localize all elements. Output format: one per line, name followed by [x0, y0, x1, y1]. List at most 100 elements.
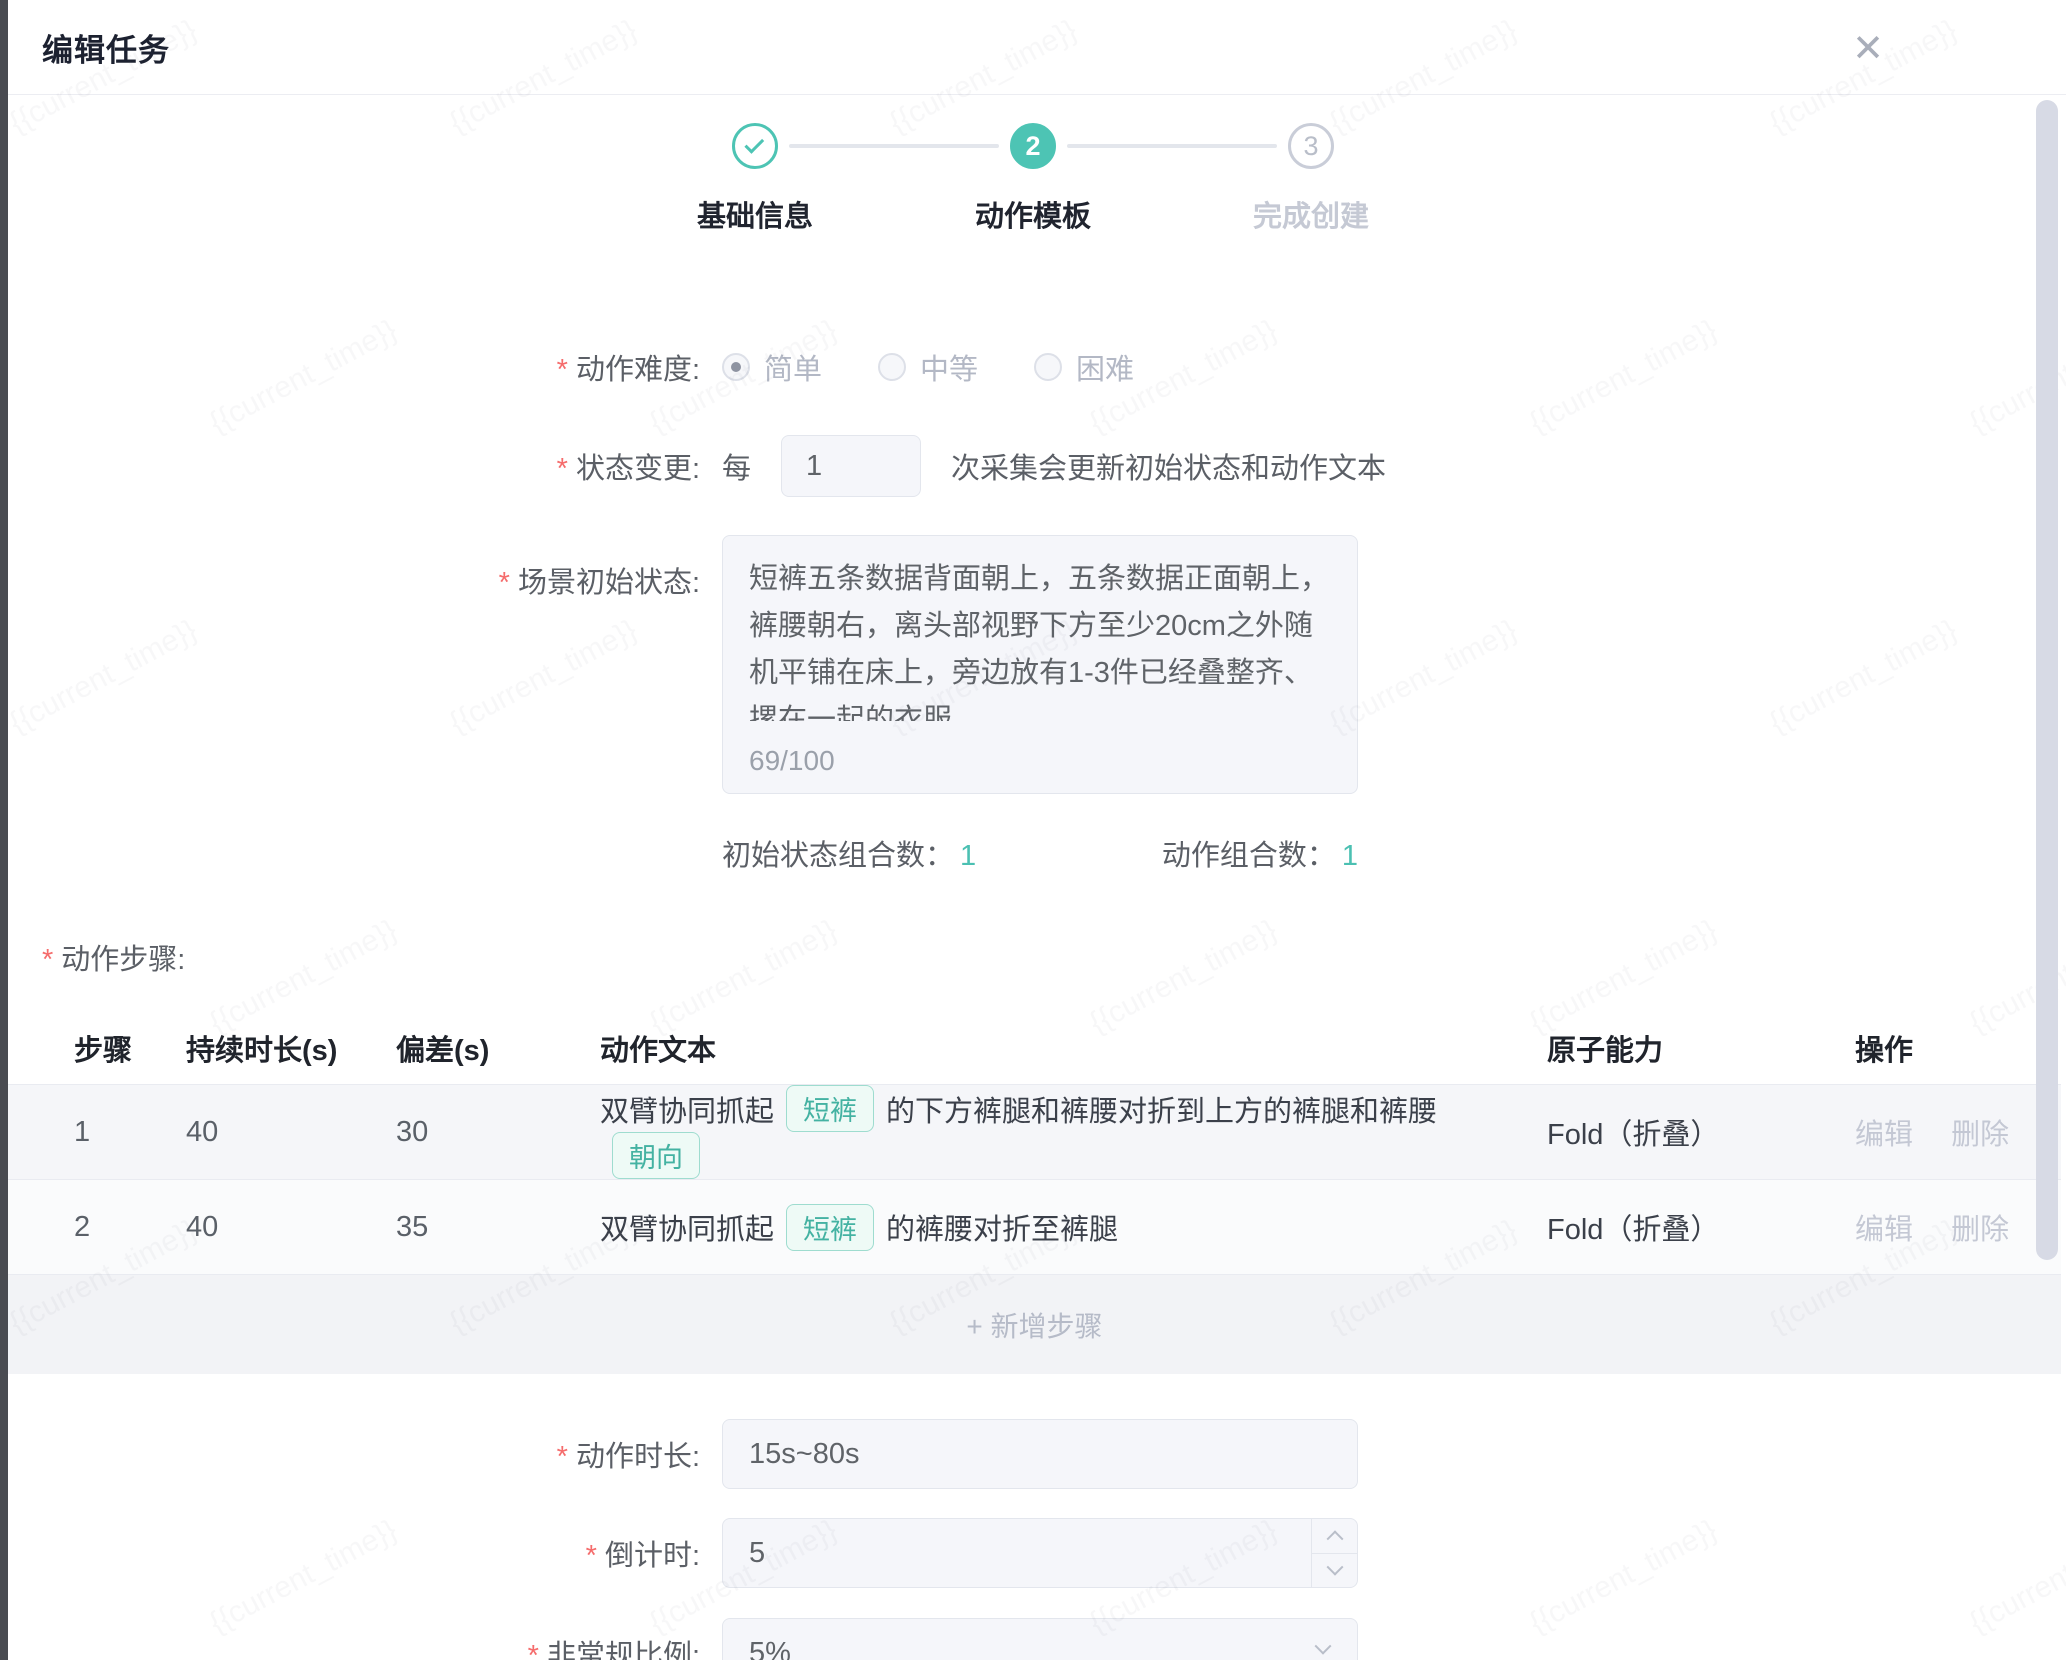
- required-asterisk: [586, 1540, 605, 1572]
- initial-state-textarea-box: 短裤五条数据背面朝上，五条数据正面朝上，裤腰朝右，离头部视野下方至少20cm之外…: [722, 535, 1358, 794]
- state-change-row: 状态变更: 每 次采集会更新初始状态和动作文本: [8, 435, 2066, 497]
- page-left-edge: [0, 0, 8, 1660]
- unusual-ratio-select[interactable]: [722, 1618, 1358, 1660]
- radio-icon: [878, 353, 906, 381]
- unusual-ratio-label: 非常规比例:: [8, 1632, 700, 1660]
- initial-combo-label: 初始状态组合数：: [722, 840, 954, 872]
- action-steps-section-label: 动作步骤:: [42, 936, 2066, 978]
- stepper: 基础信息 2 动作模板 3 完成创建: [0, 123, 2066, 235]
- col-duration: 持续时长(s): [186, 1027, 396, 1069]
- action-text: 的下方裤腿和裤腰对折到上方的裤腿和裤腰: [886, 1088, 1437, 1130]
- difficulty-options: 简单 中等 困难: [722, 346, 1190, 388]
- cell-ability: Fold（折叠）: [1547, 1111, 1855, 1153]
- orientation-tag: 朝向: [612, 1132, 700, 1179]
- action-duration-row: 动作时长:: [8, 1419, 2066, 1489]
- cell-ability: Fold（折叠）: [1547, 1206, 1855, 1248]
- step-label: 动作模板: [975, 193, 1091, 235]
- edit-link[interactable]: 编辑: [1855, 1119, 1913, 1151]
- required-asterisk: [557, 1441, 576, 1473]
- unusual-ratio-value: [723, 1619, 1357, 1660]
- dialog-title: 编辑任务: [42, 25, 170, 70]
- col-offset: 偏差(s): [396, 1027, 600, 1069]
- action-steps-table: 步骤 持续时长(s) 偏差(s) 动作文本 原子能力 操作 1 40 30 双臂…: [8, 1011, 2061, 1374]
- spinner-down-button[interactable]: [1312, 1553, 1357, 1588]
- initial-state-textarea[interactable]: 短裤五条数据背面朝上，五条数据正面朝上，裤腰朝右，离头部视野下方至少20cm之外…: [723, 536, 1357, 721]
- action-duration-input[interactable]: [723, 1420, 1357, 1488]
- cell-duration: 40: [186, 1116, 396, 1149]
- unusual-ratio-content: [722, 1618, 1358, 1660]
- radio-medium[interactable]: 中等: [878, 346, 978, 388]
- step-number: 2: [1025, 131, 1040, 162]
- step-basic-info: 基础信息: [616, 123, 894, 235]
- unusual-ratio-row: 非常规比例:: [8, 1618, 2066, 1660]
- state-change-label: 状态变更:: [8, 445, 700, 487]
- radio-label: 中等: [920, 346, 978, 388]
- col-step: 步骤: [74, 1027, 186, 1069]
- countdown-content: [722, 1518, 1358, 1588]
- radio-icon: [722, 353, 750, 381]
- add-step-button[interactable]: + 新增步骤: [966, 1305, 1102, 1345]
- object-tag: 短裤: [786, 1204, 874, 1251]
- cell-duration: 40: [186, 1211, 396, 1244]
- col-ability: 原子能力: [1547, 1027, 1855, 1069]
- delete-link[interactable]: 删除: [1951, 1214, 2009, 1246]
- cell-offset: 35: [396, 1211, 600, 1244]
- table-header-row: 步骤 持续时长(s) 偏差(s) 动作文本 原子能力 操作: [8, 1011, 2061, 1084]
- cell-step: 1: [74, 1116, 186, 1149]
- step-finish-create: 3 完成创建: [1172, 123, 1450, 235]
- action-combo-value: 1: [1342, 840, 1358, 872]
- combos-row: 初始状态组合数：1 动作组合数：1: [8, 832, 2066, 874]
- watermark-layer: {{current_time}}{{current_time}}{{curren…: [0, 0, 2066, 1660]
- check-icon: [744, 134, 764, 154]
- state-change-input[interactable]: [781, 435, 921, 497]
- cell-step: 2: [74, 1211, 186, 1244]
- initial-combo-value: 1: [960, 840, 976, 872]
- required-asterisk: [557, 453, 576, 485]
- action-combo: 动作组合数：1: [1162, 832, 1358, 874]
- initial-state-row: 场景初始状态: 短裤五条数据背面朝上，五条数据正面朝上，裤腰朝右，离头部视野下方…: [8, 535, 2066, 794]
- initial-state-label: 场景初始状态:: [8, 535, 700, 601]
- required-asterisk: [42, 944, 61, 976]
- col-text: 动作文本: [600, 1027, 1547, 1069]
- scrollbar-thumb[interactable]: [2036, 100, 2058, 1260]
- initial-state-content: 短裤五条数据背面朝上，五条数据正面朝上，裤腰朝右，离头部视野下方至少20cm之外…: [722, 535, 1358, 794]
- action-duration-label: 动作时长:: [8, 1433, 700, 1475]
- difficulty-label: 动作难度:: [8, 346, 700, 388]
- action-combo-label: 动作组合数：: [1162, 840, 1336, 872]
- radio-easy[interactable]: 简单: [722, 346, 822, 388]
- step-label: 基础信息: [697, 193, 813, 235]
- object-tag: 短裤: [786, 1085, 874, 1132]
- table-row: 1 40 30 双臂协同抓起 短裤 的下方裤腿和裤腰对折到上方的裤腿和裤腰 朝向…: [8, 1084, 2061, 1179]
- stepper-connector: [1067, 144, 1277, 148]
- radio-label: 困难: [1076, 346, 1134, 388]
- close-button[interactable]: ✕: [1842, 22, 1894, 74]
- action-duration-input-box: [722, 1419, 1358, 1489]
- cell-offset: 30: [396, 1116, 600, 1149]
- spinner-up-button[interactable]: [1312, 1519, 1357, 1553]
- radio-label: 简单: [764, 346, 822, 388]
- countdown-row: 倒计时:: [8, 1518, 2066, 1588]
- delete-link[interactable]: 删除: [1951, 1119, 2009, 1151]
- edit-link[interactable]: 编辑: [1855, 1214, 1913, 1246]
- countdown-input-box: [722, 1518, 1358, 1588]
- required-asterisk: [528, 1640, 547, 1660]
- dialog-header: 编辑任务 ✕: [8, 0, 2066, 95]
- difficulty-row: 动作难度: 简单 中等 困难: [8, 341, 2066, 393]
- initial-combo: 初始状态组合数：1: [722, 832, 976, 874]
- char-counter: 69/100: [749, 745, 835, 777]
- cell-ops: 编辑 删除: [1855, 1111, 2051, 1153]
- step-label: 完成创建: [1253, 193, 1369, 235]
- countdown-label: 倒计时:: [8, 1532, 700, 1574]
- radio-hard[interactable]: 困难: [1034, 346, 1134, 388]
- edit-task-dialog: 编辑任务 ✕ 基础信息 2 动作模板 3 完成创建 动作难度:: [0, 0, 2066, 1660]
- chevron-down-icon: [1326, 1559, 1343, 1576]
- step-number: 3: [1303, 131, 1318, 162]
- stepper-connector: [789, 144, 999, 148]
- action-text: 双臂协同抓起: [600, 1206, 774, 1248]
- col-ops: 操作: [1855, 1027, 2051, 1069]
- action-text: 双臂协同抓起: [600, 1088, 774, 1130]
- chevron-up-icon: [1326, 1530, 1343, 1547]
- countdown-input[interactable]: [723, 1519, 1357, 1587]
- number-spinner: [1311, 1519, 1357, 1587]
- cell-ops: 编辑 删除: [1855, 1206, 2051, 1248]
